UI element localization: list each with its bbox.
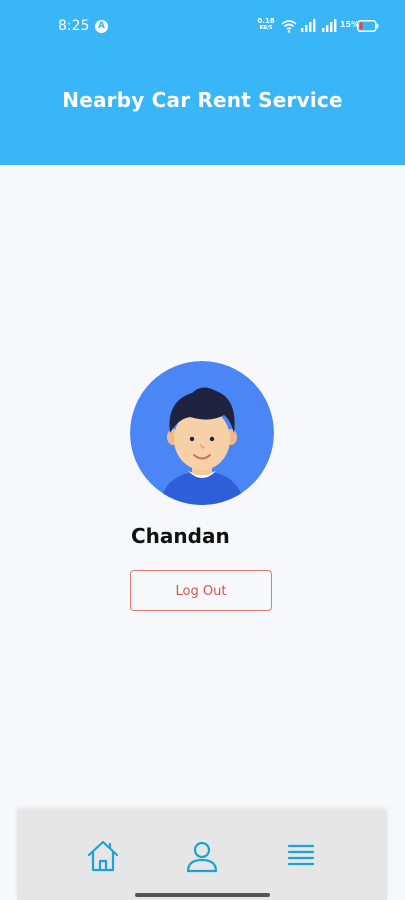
home-indicator[interactable] [135, 893, 270, 897]
cell-signal-2-icon [322, 19, 337, 32]
user-name: Chandan [131, 524, 230, 548]
user-avatar-icon [130, 361, 274, 505]
wifi-icon [281, 20, 297, 33]
user-icon [186, 841, 218, 873]
battery-icon [357, 20, 379, 32]
network-speed-value: 0.18 [257, 17, 275, 25]
bottom-navigation [17, 810, 387, 900]
menu-icon [287, 844, 315, 866]
page-title: Nearby Car Rent Service [62, 88, 343, 112]
app-notification-badge-icon: A [95, 20, 108, 33]
home-icon [87, 840, 119, 872]
cell-signal-icon [301, 19, 316, 32]
status-time: 8:25 [58, 18, 90, 34]
status-bar: 8:25 A 0.18 KB/S 15% [0, 0, 405, 54]
logout-button[interactable]: Log Out [130, 570, 272, 611]
network-speed-unit: KB/S [259, 25, 273, 31]
nav-menu[interactable] [283, 838, 319, 874]
nav-profile[interactable] [184, 838, 220, 874]
nav-home[interactable] [85, 838, 121, 874]
network-speed: 0.18 KB/S [256, 18, 276, 32]
app-bar: Nearby Car Rent Service [0, 54, 405, 165]
